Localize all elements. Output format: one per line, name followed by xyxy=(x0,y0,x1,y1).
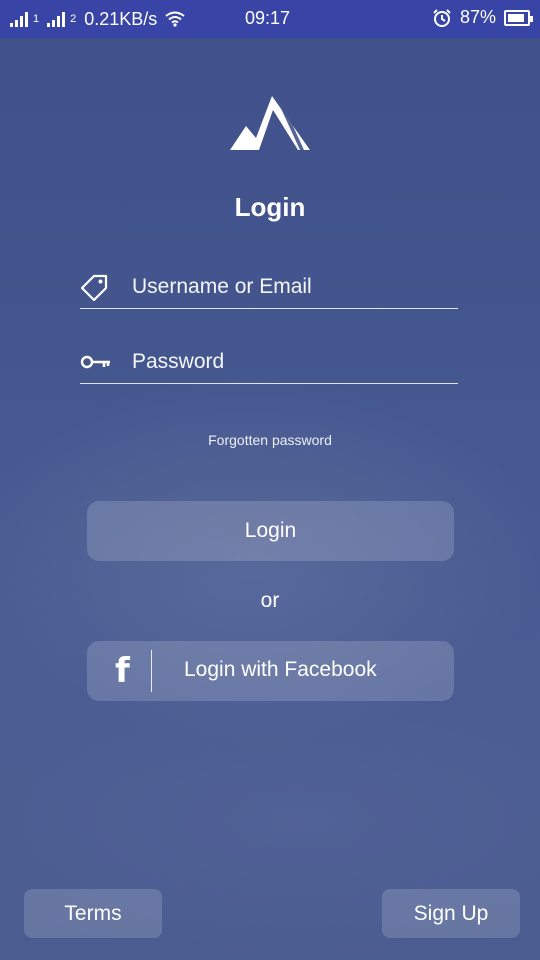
facebook-icon: f xyxy=(115,651,130,691)
battery-icon xyxy=(504,9,533,26)
password-field[interactable] xyxy=(80,340,458,384)
wifi-icon xyxy=(165,11,185,27)
page-title: Login xyxy=(234,192,306,222)
alarm-icon xyxy=(433,8,451,27)
status-right: 87% xyxy=(432,7,533,28)
sign-up-label: Sign Up xyxy=(413,901,489,925)
login-button[interactable]: Login xyxy=(87,501,454,561)
facebook-login-button[interactable]: f Login with Facebook xyxy=(87,641,454,701)
battery-percent: 87% xyxy=(459,7,496,27)
clock: 09:17 xyxy=(245,8,291,28)
battery-level xyxy=(508,13,524,22)
signal-icon xyxy=(10,11,28,27)
status-bar: 1 2 0.21KB/s 09:17 87% xyxy=(0,0,540,38)
username-field[interactable] xyxy=(80,265,458,309)
mountain-logo-icon xyxy=(230,96,310,150)
status-left: 1 2 0.21KB/s xyxy=(10,9,230,30)
network-speed: 0.21KB/s xyxy=(84,8,158,29)
key-icon xyxy=(80,355,110,369)
terms-label: Terms xyxy=(64,901,122,925)
terms-button[interactable]: Terms xyxy=(24,889,162,938)
facebook-login-label: Login with Facebook xyxy=(184,658,377,681)
signal-icon xyxy=(47,11,66,27)
facebook-divider xyxy=(151,650,152,692)
sim1-label: 1 xyxy=(33,13,40,25)
sim2-label: 2 xyxy=(70,13,77,25)
sign-up-button[interactable]: Sign Up xyxy=(382,889,520,938)
or-separator: or xyxy=(260,589,280,612)
password-input[interactable] xyxy=(132,346,452,378)
username-input[interactable] xyxy=(132,271,452,303)
login-button-label: Login xyxy=(244,519,297,542)
tag-icon xyxy=(80,274,108,301)
forgot-password-link[interactable]: Forgotten password xyxy=(0,432,540,448)
